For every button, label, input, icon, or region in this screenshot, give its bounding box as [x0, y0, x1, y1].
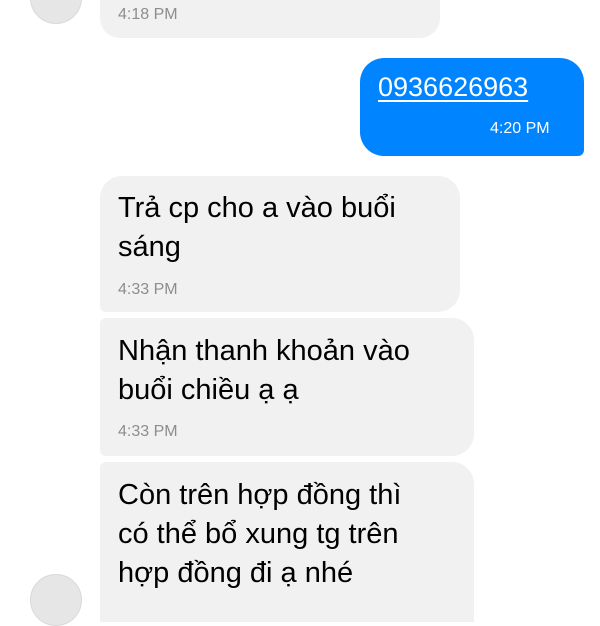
contact-avatar[interactable] — [30, 574, 82, 626]
message-text-line: có thể bổ xung tg trên — [118, 518, 399, 550]
message-timestamp: 4:33 PM — [118, 423, 178, 440]
message-timestamp: 4:18 PM — [118, 6, 178, 23]
message-text-line: Còn trên hợp đồng thì — [118, 479, 402, 511]
message-text-line: Trả cp cho a vào buổi — [118, 192, 396, 224]
incoming-message-bubble[interactable]: Nhận thanh khoản vào buổi chiều ạ ạ 4:33… — [100, 318, 474, 456]
incoming-message-bubble[interactable]: Trả cp cho a vào buổi sáng 4:33 PM — [100, 176, 460, 312]
message-text-line: buổi chiều ạ ạ — [118, 374, 299, 406]
message-text-line: Nhận thanh khoản vào — [118, 335, 410, 367]
message-timestamp: 4:33 PM — [118, 281, 178, 298]
contact-avatar[interactable] — [30, 0, 82, 24]
message-text-line: hợp đồng đi ạ nhé — [118, 557, 354, 589]
phone-number-link[interactable]: 0936626963 — [378, 72, 528, 103]
incoming-message-bubble[interactable]: Còn trên hợp đồng thì có thể bổ xung tg … — [100, 462, 474, 622]
outgoing-message-bubble[interactable]: 0936626963 4:20 PM — [360, 58, 584, 156]
message-text-line: sáng — [118, 231, 181, 263]
incoming-message-bubble[interactable]: 4:18 PM — [100, 0, 440, 38]
message-timestamp: 4:20 PM — [490, 120, 550, 137]
